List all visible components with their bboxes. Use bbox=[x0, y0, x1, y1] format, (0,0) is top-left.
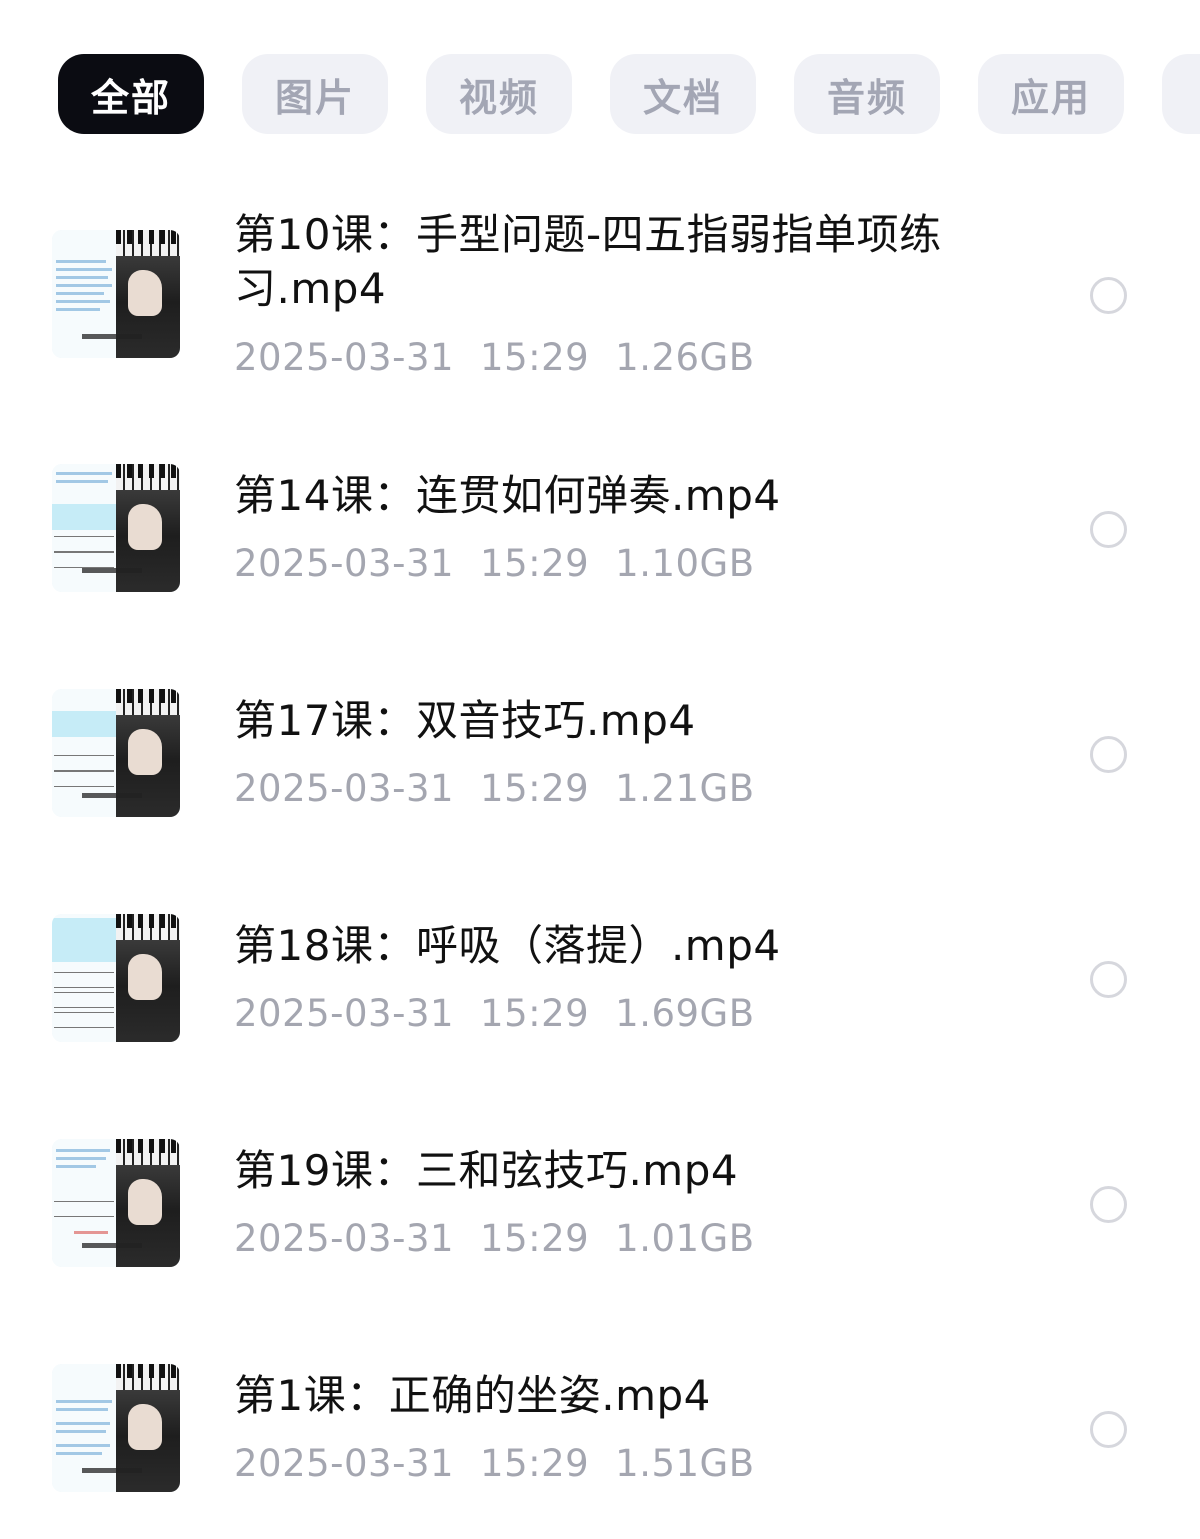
file-meta: 2025-03-31 15:29 1.01GB bbox=[234, 1217, 781, 1260]
file-time: 15:29 bbox=[480, 336, 590, 379]
file-size: 1.26GB bbox=[615, 336, 755, 379]
file-name: 第14课：连贯如何弹奏.mp4 bbox=[234, 471, 781, 520]
file-name: 第1课：正确的坐姿.mp4 bbox=[234, 1371, 711, 1420]
file-meta: 2025-03-31 15:29 1.51GB bbox=[234, 1442, 781, 1485]
file-date: 2025-03-31 bbox=[234, 992, 455, 1035]
file-meta: 2025-03-31 15:29 1.69GB bbox=[234, 992, 781, 1035]
list-item[interactable]: 第14课：连贯如何弹奏.mp4 2025-03-31 15:29 1.10GB bbox=[0, 414, 1200, 639]
file-name: 第17课：双音技巧.mp4 bbox=[234, 696, 696, 745]
select-radio[interactable] bbox=[1090, 961, 1127, 998]
video-thumbnail bbox=[52, 914, 180, 1042]
select-radio[interactable] bbox=[1090, 1411, 1127, 1448]
file-time: 15:29 bbox=[480, 767, 590, 810]
video-thumbnail bbox=[52, 464, 180, 592]
file-name: 第10课：手型问题-四五指弱指单项练习.mp4 bbox=[234, 210, 942, 313]
file-date: 2025-03-31 bbox=[234, 1442, 455, 1485]
list-item[interactable]: 第1课：正确的坐姿.mp4 2025-03-31 15:29 1.51GB bbox=[0, 1314, 1200, 1539]
file-meta: 2025-03-31 15:29 1.26GB bbox=[234, 336, 781, 379]
file-meta: 2025-03-31 15:29 1.10GB bbox=[234, 542, 781, 585]
file-size: 1.01GB bbox=[615, 1217, 755, 1260]
file-time: 15:29 bbox=[480, 992, 590, 1035]
select-radio[interactable] bbox=[1090, 511, 1127, 548]
file-list: 第10课：手型问题-四五指弱指单项练习.mp4 2025-03-31 15:29 1… bbox=[0, 0, 1200, 1534]
video-thumbnail bbox=[52, 1139, 180, 1267]
video-thumbnail bbox=[52, 689, 180, 817]
list-item[interactable]: 第19课：三和弦技巧.mp4 2025-03-31 15:29 1.01GB bbox=[0, 1089, 1200, 1314]
file-size: 1.69GB bbox=[615, 992, 755, 1035]
select-radio[interactable] bbox=[1090, 277, 1127, 314]
file-meta: 2025-03-31 15:29 1.21GB bbox=[234, 767, 781, 810]
list-item[interactable]: 第18课：呼吸（落提）.mp4 2025-03-31 15:29 1.69GB bbox=[0, 864, 1200, 1089]
file-size: 1.51GB bbox=[615, 1442, 755, 1485]
video-thumbnail bbox=[52, 230, 180, 358]
select-radio[interactable] bbox=[1090, 736, 1127, 773]
file-date: 2025-03-31 bbox=[234, 767, 455, 810]
file-name: 第18课：呼吸（落提）.mp4 bbox=[234, 921, 781, 970]
list-item[interactable]: 第10课：手型问题-四五指弱指单项练习.mp4 2025-03-31 15:29 1… bbox=[0, 180, 1200, 405]
file-date: 2025-03-31 bbox=[234, 542, 455, 585]
file-time: 15:29 bbox=[480, 1217, 590, 1260]
file-date: 2025-03-31 bbox=[234, 1217, 455, 1260]
list-item[interactable]: 第17课：双音技巧.mp4 2025-03-31 15:29 1.21GB bbox=[0, 639, 1200, 864]
video-thumbnail bbox=[52, 1364, 180, 1492]
file-date: 2025-03-31 bbox=[234, 336, 455, 379]
file-size: 1.21GB bbox=[615, 767, 755, 810]
file-time: 15:29 bbox=[480, 542, 590, 585]
select-radio[interactable] bbox=[1090, 1186, 1127, 1223]
file-name: 第19课：三和弦技巧.mp4 bbox=[234, 1146, 739, 1195]
file-size: 1.10GB bbox=[615, 542, 755, 585]
file-time: 15:29 bbox=[480, 1442, 590, 1485]
